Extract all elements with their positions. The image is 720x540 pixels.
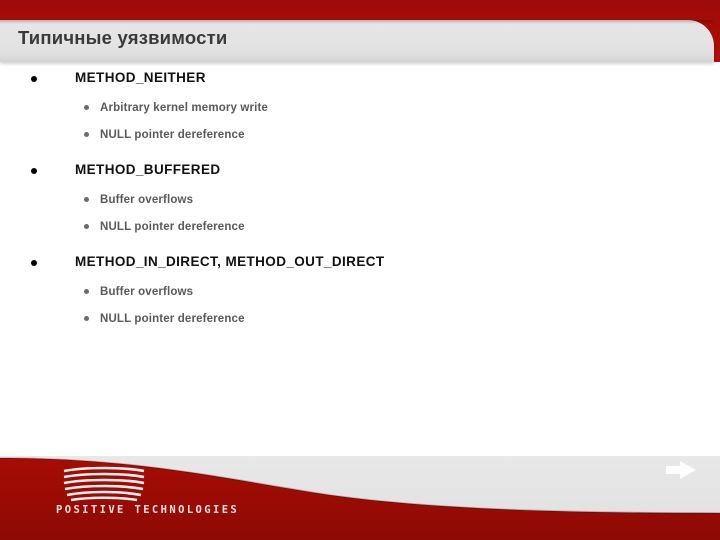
sub-bullet-dot-icon <box>84 316 89 321</box>
bullet-dot-icon <box>31 260 37 266</box>
bullet-level2-label: NULL pointer dereference <box>100 129 245 141</box>
next-arrow-icon[interactable] <box>664 458 698 482</box>
bullet-dot-icon <box>31 76 37 82</box>
bullet-level1: METHOD_IN_DIRECT, METHOD_OUT_DIRECT <box>0 254 720 276</box>
bullet-level1: METHOD_NEITHER <box>0 70 720 92</box>
sub-bullet-dot-icon <box>84 289 89 294</box>
bullet-level2: Buffer overflows <box>0 282 720 309</box>
bullet-level2: Buffer overflows <box>0 190 720 217</box>
bullet-group: METHOD_IN_DIRECT, METHOD_OUT_DIRECT Buff… <box>0 254 720 336</box>
sub-bullet-dot-icon <box>84 105 89 110</box>
slide-content: METHOD_NEITHER Arbitrary kernel memory w… <box>0 70 720 336</box>
bullet-level2-label: NULL pointer dereference <box>100 313 245 325</box>
bullet-group: METHOD_BUFFERED Buffer overflows NULL po… <box>0 162 720 244</box>
footer: POSITIVE TECHNOLOGIES <box>0 440 720 540</box>
sub-bullet-dot-icon <box>84 132 89 137</box>
bullet-level2-label: Arbitrary kernel memory write <box>100 102 268 114</box>
sub-bullet-dot-icon <box>84 224 89 229</box>
bullet-level1-label: METHOD_NEITHER <box>75 70 206 85</box>
striped-curve-logo-icon <box>63 466 145 502</box>
page-title: Типичные уязвимости <box>18 27 228 48</box>
bullet-level1-label: METHOD_IN_DIRECT, METHOD_OUT_DIRECT <box>75 254 385 269</box>
logo: POSITIVE TECHNOLOGIES <box>56 466 240 528</box>
bullet-level1: METHOD_BUFFERED <box>0 162 720 184</box>
logo-wordmark: POSITIVE TECHNOLOGIES <box>56 504 240 516</box>
bullet-level2-label: Buffer overflows <box>100 194 194 206</box>
bullet-level2: NULL pointer dereference <box>0 309 720 336</box>
bullet-dot-icon <box>31 168 37 174</box>
bullet-level2-label: NULL pointer dereference <box>100 221 245 233</box>
bullet-level1-label: METHOD_BUFFERED <box>75 162 221 177</box>
bullet-level2-label: Buffer overflows <box>100 286 194 298</box>
slide: Типичные уязвимости METHOD_NEITHER Arbit… <box>0 0 720 540</box>
bullet-level2: NULL pointer dereference <box>0 217 720 244</box>
bullet-level2: Arbitrary kernel memory write <box>0 98 720 125</box>
sub-bullet-dot-icon <box>84 197 89 202</box>
bullet-level2: NULL pointer dereference <box>0 125 720 152</box>
bullet-group: METHOD_NEITHER Arbitrary kernel memory w… <box>0 70 720 152</box>
